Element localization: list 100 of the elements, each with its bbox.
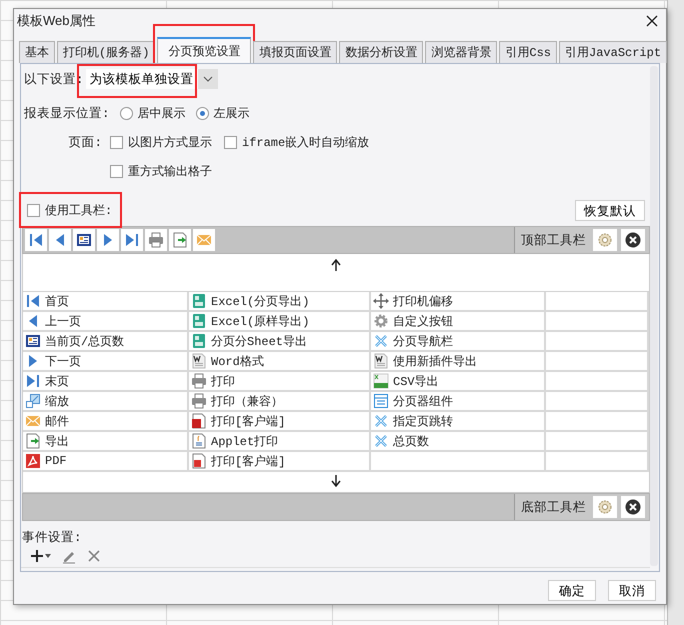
caret-icon: [202, 76, 213, 82]
file-icon: [191, 413, 207, 429]
document-icon: [191, 433, 207, 449]
toolbar-item[interactable]: 分页分Sheet导出: [189, 332, 308, 350]
dialog-button[interactable]: 确定: [548, 580, 596, 601]
option-label: 使用工具栏:: [45, 202, 112, 218]
crossed-tools-icon: [373, 333, 389, 349]
spreadsheet-icon: [191, 333, 207, 349]
radio-button[interactable]: [196, 106, 209, 120]
printer-icon: [191, 373, 207, 389]
caret-icon: [45, 554, 51, 558]
toolbar-item[interactable]: 打印机偏移: [371, 292, 453, 310]
spreadsheet-icon: [191, 293, 207, 309]
delete-button[interactable]: [87, 549, 101, 563]
close-button[interactable]: [621, 496, 645, 518]
toolbar-button[interactable]: [121, 229, 143, 251]
toolbar-item[interactable]: 上一页: [23, 312, 81, 330]
field-label: 页面:: [67, 134, 102, 150]
window-icon: [373, 393, 389, 409]
pdf-document-icon: [191, 453, 207, 469]
toolbar-item[interactable]: 分页器组件: [371, 392, 453, 410]
settings-icon: [597, 499, 613, 515]
toolbar-item[interactable]: 指定页跳转: [371, 412, 453, 430]
first-page-icon: [28, 232, 44, 248]
tab[interactable]: 基本: [19, 41, 55, 63]
radio-button[interactable]: [120, 106, 133, 120]
pdf-icon: [25, 453, 41, 469]
option-label: 重方式输出格子: [128, 164, 212, 180]
toolbar-item[interactable]: Applet打印: [189, 432, 278, 450]
tab[interactable]: 数据分析设置: [339, 41, 424, 63]
export-icon: [172, 232, 188, 248]
toolbar-item[interactable]: 当前页/总页数: [23, 332, 124, 350]
toolbar-item[interactable]: 使用新插件导出: [371, 352, 477, 370]
tab[interactable]: 打印机(服务器): [57, 41, 156, 63]
add-button[interactable]: [30, 549, 51, 563]
tab[interactable]: 填报页面设置: [253, 41, 338, 63]
toolbar-item[interactable]: 打印[客户端]: [189, 412, 286, 430]
last-page-icon: [124, 232, 140, 248]
toolbar-item[interactable]: PDF: [23, 453, 67, 469]
printer-icon: [148, 232, 164, 248]
close-button[interactable]: [621, 229, 645, 251]
toolbar-item[interactable]: 打印[客户端]: [189, 452, 286, 470]
close-icon: [625, 499, 641, 515]
checkbox[interactable]: [27, 204, 40, 216]
envelope-icon: [196, 232, 212, 248]
delete-icon: [87, 549, 101, 563]
toolbar-item[interactable]: Word格式: [189, 352, 264, 370]
tab[interactable]: 浏览器背景: [425, 41, 498, 63]
toolbar-button[interactable]: [25, 229, 47, 251]
zoom-icon: [25, 393, 41, 409]
toolbar-item[interactable]: 邮件: [23, 412, 69, 430]
scope-dropdown[interactable]: 为该模板单独设置: [86, 69, 218, 89]
crossed-tools-icon: [373, 433, 389, 449]
gear-icon: [373, 313, 389, 329]
word-document-icon: [373, 353, 389, 369]
toolbar-item[interactable]: Excel(原样导出): [189, 312, 310, 330]
first-page-icon: [25, 293, 41, 309]
toolbar-item[interactable]: 打印: [189, 372, 235, 390]
page-number-icon: [76, 232, 92, 248]
down-arrow-icon: [331, 475, 341, 487]
toolbar-item[interactable]: 打印（兼容）: [189, 392, 283, 410]
last-page-icon: [25, 373, 41, 389]
toolbar-button[interactable]: [97, 229, 119, 251]
toolbar-item[interactable]: 总页数: [371, 432, 429, 450]
dialog-button[interactable]: 取消: [608, 580, 656, 601]
checkbox[interactable]: [224, 136, 237, 148]
checkbox[interactable]: [110, 164, 123, 178]
toolbar-button[interactable]: [73, 229, 95, 251]
field-label: 以下设置:: [24, 72, 84, 88]
toolbar-item[interactable]: 自定义按钮: [371, 312, 453, 330]
up-arrow-icon: [331, 259, 341, 271]
spreadsheet-icon: [191, 313, 207, 329]
word-document-icon: [191, 353, 207, 369]
option-label: 左展示: [214, 106, 250, 122]
export-icon: [25, 433, 41, 449]
tab[interactable]: 引用JavaScript: [559, 41, 668, 63]
toolbar-item[interactable]: 导出: [23, 432, 69, 450]
toolbar-item[interactable]: 下一页: [23, 352, 81, 370]
option-label: 以图片方式显示: [128, 134, 212, 150]
close-button[interactable]: [646, 15, 658, 27]
page-number-icon: [25, 333, 41, 349]
plus-icon: [30, 549, 44, 563]
toolbar-item[interactable]: CSV导出: [371, 372, 439, 390]
tab[interactable]: 引用Css: [499, 41, 558, 63]
crossed-tools-icon: [373, 413, 389, 429]
restore-default-button[interactable]: 恢复默认: [575, 200, 645, 220]
toolbar-label: 顶部工具栏: [521, 232, 586, 248]
toolbar-item[interactable]: 末页: [23, 372, 69, 390]
toolbar-button[interactable]: [49, 229, 71, 251]
toolbar-item[interactable]: 缩放: [23, 392, 69, 410]
scrollbar[interactable]: [650, 66, 658, 566]
checkbox[interactable]: [110, 136, 123, 148]
tab[interactable]: 分页预览设置: [157, 37, 252, 63]
toolbar-item[interactable]: 分页导航栏: [371, 332, 453, 350]
toolbar-item[interactable]: Excel(分页导出): [189, 292, 310, 310]
envelope-icon: [25, 413, 41, 429]
toolbar-item[interactable]: 首页: [23, 292, 69, 310]
option-label: 居中展示: [138, 106, 186, 122]
field-label: 报表显示位置:: [24, 106, 110, 122]
window-title: 模板Web属性: [17, 12, 96, 30]
